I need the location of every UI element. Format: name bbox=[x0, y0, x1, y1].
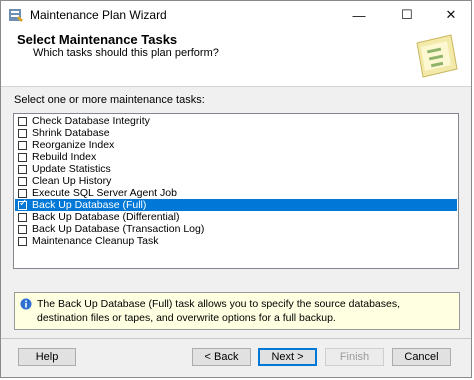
task-item-back-up-differential[interactable]: Back Up Database (Differential) bbox=[15, 211, 457, 223]
info-icon bbox=[20, 298, 32, 310]
finish-button[interactable]: Finish bbox=[325, 348, 384, 366]
task-label: Shrink Database bbox=[32, 127, 110, 139]
maintenance-tasks-list[interactable]: Check Database Integrity Shrink Database… bbox=[13, 113, 459, 269]
task-item-shrink-database[interactable]: Shrink Database bbox=[15, 127, 457, 139]
cancel-button[interactable]: Cancel bbox=[392, 348, 451, 366]
task-label: Update Statistics bbox=[32, 163, 111, 175]
task-label: Maintenance Cleanup Task bbox=[32, 235, 159, 247]
window-title: Maintenance Plan Wizard bbox=[30, 8, 167, 22]
wizard-window: Maintenance Plan Wizard — ☐ ✕ Select Mai… bbox=[0, 0, 472, 378]
task-label: Back Up Database (Full) bbox=[32, 199, 147, 211]
minimize-icon[interactable]: — bbox=[337, 1, 381, 29]
page-title: Select Maintenance Tasks bbox=[17, 32, 178, 47]
maximize-icon[interactable]: ☐ bbox=[385, 1, 429, 29]
task-checkbox[interactable] bbox=[18, 224, 27, 234]
wizard-header: Select Maintenance Tasks Which tasks sho… bbox=[1, 29, 471, 87]
task-checkbox[interactable] bbox=[18, 164, 27, 174]
task-checkbox[interactable]: ✓ bbox=[18, 197, 28, 210]
close-icon[interactable]: ✕ bbox=[429, 1, 473, 29]
task-checkbox[interactable] bbox=[18, 212, 27, 222]
task-checkbox[interactable] bbox=[18, 152, 27, 162]
task-checkbox[interactable] bbox=[18, 236, 27, 246]
tasks-label: Select one or more maintenance tasks: bbox=[14, 94, 205, 106]
footer-divider bbox=[1, 338, 471, 339]
task-item-check-database-integrity[interactable]: Check Database Integrity bbox=[15, 115, 457, 127]
page-subtitle: Which tasks should this plan perform? bbox=[33, 47, 219, 59]
task-checkbox[interactable] bbox=[18, 188, 27, 198]
task-item-back-up-transaction-log[interactable]: Back Up Database (Transaction Log) bbox=[15, 223, 457, 235]
wizard-app-icon bbox=[9, 9, 23, 22]
task-item-execute-agent-job[interactable]: Execute SQL Server Agent Job bbox=[15, 187, 457, 199]
back-button[interactable]: < Back bbox=[192, 348, 251, 366]
title-bar: Maintenance Plan Wizard — ☐ ✕ bbox=[1, 1, 471, 29]
task-checkbox[interactable] bbox=[18, 116, 27, 126]
tasks-illustration-icon bbox=[416, 34, 458, 78]
task-label: Execute SQL Server Agent Job bbox=[32, 187, 177, 199]
task-checkbox[interactable] bbox=[18, 140, 27, 150]
next-button[interactable]: Next > bbox=[258, 348, 317, 366]
task-label: Rebuild Index bbox=[32, 151, 97, 163]
task-item-update-statistics[interactable]: Update Statistics bbox=[15, 163, 457, 175]
task-item-reorganize-index[interactable]: Reorganize Index bbox=[15, 139, 457, 151]
task-label: Reorganize Index bbox=[32, 139, 115, 151]
checkmark-icon: ✓ bbox=[19, 197, 28, 209]
task-item-back-up-full[interactable]: ✓ Back Up Database (Full) bbox=[15, 197, 457, 211]
task-label: Back Up Database (Differential) bbox=[32, 211, 180, 223]
task-item-maintenance-cleanup[interactable]: Maintenance Cleanup Task bbox=[15, 235, 457, 247]
task-label: Clean Up History bbox=[32, 175, 112, 187]
task-checkbox[interactable] bbox=[18, 128, 27, 138]
task-checkbox[interactable] bbox=[18, 176, 27, 186]
task-description-text: The Back Up Database (Full) task allows … bbox=[37, 298, 401, 324]
help-button[interactable]: Help bbox=[18, 348, 76, 366]
task-label: Back Up Database (Transaction Log) bbox=[32, 223, 205, 235]
task-label: Check Database Integrity bbox=[32, 115, 150, 127]
task-item-rebuild-index[interactable]: Rebuild Index bbox=[15, 151, 457, 163]
task-description-box: The Back Up Database (Full) task allows … bbox=[14, 292, 460, 330]
task-item-clean-up-history[interactable]: Clean Up History bbox=[15, 175, 457, 187]
